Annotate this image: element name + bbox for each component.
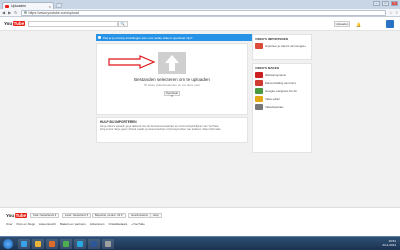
info-icon: [98, 36, 101, 39]
footer-link[interactable]: Ontwikkelaars: [108, 222, 127, 226]
country-button[interactable]: Land: Nederland ▾: [62, 213, 91, 218]
sidebar-item-label: Importeer je video's van Google+: [265, 44, 307, 48]
import-help-panel: HULP BIJ IMPORTEREN Als je video's uploa…: [96, 117, 248, 143]
bookmark-star-icon[interactable]: ☆: [389, 10, 393, 15]
youtube-header: You Tube 🔍 Uploaden 🔔: [0, 17, 400, 31]
new-tab-button[interactable]: [55, 3, 63, 8]
browser-tabstrip: Uploaden × – □ ×: [0, 0, 400, 9]
clock-date: 23-3-2014: [382, 243, 396, 247]
logo-you: You: [4, 21, 13, 26]
create-videos-card: VIDEO'S MAKEN Webcamopname Diavoorstelli…: [252, 63, 312, 153]
sidebar-item-google-plus[interactable]: Importeer je video's van Google+: [255, 43, 309, 49]
sidebar-item-label: Diavoorstelling van foto's: [265, 81, 297, 85]
tab-close-icon[interactable]: ×: [49, 4, 51, 9]
create-videos-title: VIDEO'S MAKEN: [255, 66, 279, 70]
sidebar-item-label: Webcamopname: [265, 73, 287, 77]
explorer-icon: [35, 241, 41, 247]
search-button[interactable]: 🔍: [118, 21, 128, 27]
upload-title[interactable]: Bestanden selecteren om te uploaden: [97, 77, 247, 82]
maximize-button[interactable]: □: [382, 1, 389, 6]
taskbar-app[interactable]: [60, 239, 72, 249]
youtube-favicon-icon: [5, 4, 9, 8]
system-tray-clock[interactable]: 10:51 23-3-2014: [382, 239, 396, 247]
sidebar-item-editor[interactable]: Video-editor: [255, 96, 309, 102]
privacy-select[interactable]: Openbaar ▾: [164, 91, 180, 98]
word-icon: [91, 241, 97, 247]
search-input[interactable]: [28, 21, 118, 27]
app-icon: [105, 241, 111, 247]
sidebar-item-enhancer[interactable]: Videobewerker: [255, 104, 309, 110]
minimize-button[interactable]: –: [373, 1, 380, 6]
footer-link[interactable]: Auteursrecht: [39, 222, 56, 226]
close-window-button[interactable]: ×: [391, 1, 398, 6]
footer-link[interactable]: Adverteren: [90, 222, 105, 226]
import-help-line: Zorg ervoor dat je geen inbreuk maakt op…: [100, 128, 221, 132]
sidebar-item-slideshow[interactable]: Diavoorstelling van foto's: [255, 80, 309, 86]
sidebar-item-hangouts[interactable]: Google+ Hangouts On Air: [255, 88, 309, 94]
red-annotation-arrow-icon: [108, 55, 156, 69]
skype-icon: [77, 241, 83, 247]
youtube-footer: You Tube Taal: Nederlands ▾ Land: Nederl…: [0, 207, 400, 236]
footer-links: Over Pers en blogs Auteursrecht Makers e…: [6, 222, 145, 226]
browser-tab[interactable]: Uploaden ×: [2, 2, 54, 9]
taskbar-app[interactable]: [88, 239, 100, 249]
sidebar-item-webcam[interactable]: Webcamopname: [255, 72, 309, 78]
reload-button[interactable]: ↻: [14, 10, 17, 15]
window-controls: – □ ×: [373, 1, 398, 6]
ie-icon: [21, 241, 27, 247]
forward-button[interactable]: ▶: [8, 10, 11, 15]
upload-button[interactable]: Uploaden: [334, 21, 350, 27]
upload-panel: Bestanden selecteren om te uploaden Of s…: [96, 43, 248, 115]
sidebar-item-label: Google+ Hangouts On Air: [265, 89, 297, 93]
notifications-icon[interactable]: 🔔: [356, 22, 361, 27]
tab-title: Uploaden: [11, 4, 26, 8]
taskbar-app[interactable]: [74, 239, 86, 249]
back-button[interactable]: ◀: [2, 10, 5, 15]
upload-arrow-glyph: [165, 55, 179, 71]
media-icon: [49, 241, 55, 247]
sidebar-item-label: Videobewerker: [265, 105, 284, 109]
footer-link[interactable]: +YouTube: [131, 222, 145, 226]
lock-icon: [23, 11, 27, 14]
upload-subtitle: Of sleep videobestanden en zet deze neer: [143, 83, 201, 87]
import-help-title: HULP BIJ IMPORTEREN: [100, 120, 137, 124]
taskbar-app[interactable]: [102, 239, 114, 249]
address-bar[interactable]: https://www.youtube.com/upload: [20, 9, 387, 16]
history-button[interactable]: Geschiedenis: [128, 213, 151, 218]
taskbar-app[interactable]: [18, 239, 30, 249]
hangouts-icon: [255, 88, 263, 94]
footer-link[interactable]: Makers en partners: [60, 222, 86, 226]
browser-menu-icon[interactable]: ≡: [396, 10, 398, 15]
logo-you: You: [6, 213, 15, 218]
taskbar-app[interactable]: [46, 239, 58, 249]
address-url: https://www.youtube.com/upload: [28, 10, 79, 15]
chrome-icon: [63, 241, 69, 247]
start-button[interactable]: [3, 239, 13, 249]
taskbar-app[interactable]: [32, 239, 44, 249]
footer-logo[interactable]: You Tube: [6, 213, 28, 218]
video-editor-icon: [255, 96, 263, 102]
import-videos-title: VIDEO'S IMPORTEREN: [255, 37, 288, 41]
logo-tube: Tube: [12, 21, 26, 26]
avatar[interactable]: [386, 20, 394, 28]
logo-tube: Tube: [14, 213, 28, 218]
footer-link[interactable]: Pers en blogs: [17, 222, 35, 226]
google-plus-icon: [255, 43, 263, 49]
slideshow-icon: [255, 80, 263, 86]
help-button[interactable]: Help: [150, 213, 162, 218]
upload-arrow-icon[interactable]: [158, 52, 186, 74]
youtube-logo[interactable]: You Tube: [4, 20, 26, 27]
sidebar-item-label: Video-editor: [265, 97, 281, 101]
browser-toolbar: ◀ ▶ ↻ https://www.youtube.com/upload ☆ ≡: [0, 9, 400, 17]
video-enhancer-icon: [255, 104, 263, 110]
windows-taskbar: 10:51 23-3-2014: [0, 236, 400, 250]
webcam-icon: [255, 72, 263, 78]
restricted-mode-button[interactable]: Beperkte modus: Uit ▾: [92, 213, 126, 218]
language-button[interactable]: Taal: Nederlands ▾: [30, 213, 60, 218]
import-videos-card: VIDEO'S IMPORTEREN Importeer je video's …: [252, 34, 312, 60]
banner-message: Pas je je privacy-instellingen aan voor …: [103, 35, 193, 40]
footer-link[interactable]: Over: [6, 222, 13, 226]
